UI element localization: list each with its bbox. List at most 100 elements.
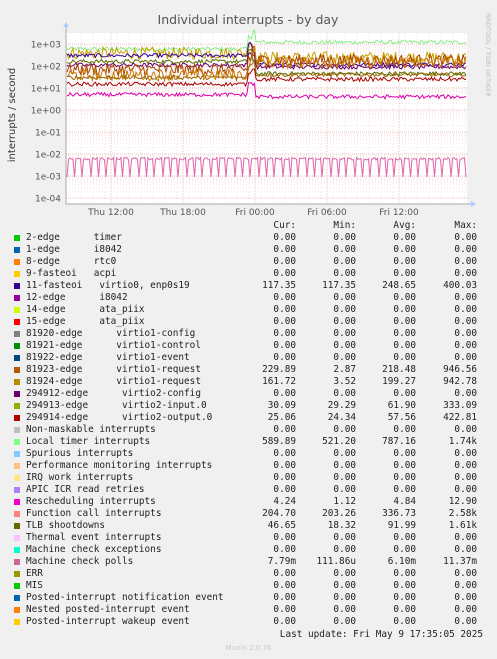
- col-avg: Avg:: [393, 220, 416, 231]
- legend-row: 12-edge i8042 0.00 0.00 0.00 0.00: [0, 292, 497, 304]
- legend-label: 81921-edge virtio1-control: [26, 340, 201, 351]
- legend-swatch: [14, 535, 20, 541]
- x-tick-label: Thu 18:00: [159, 208, 206, 218]
- legend-swatch: [14, 307, 20, 313]
- legend-max-value: 0.00: [454, 328, 477, 339]
- y-tick-label: 1e-04: [35, 195, 61, 205]
- legend-avg-value: 0.00: [393, 568, 416, 579]
- legend-row: 14-edge ata_piix 0.00 0.00 0.00 0.00: [0, 304, 497, 316]
- y-tick-label: 1e-01: [35, 129, 61, 139]
- legend-label: 294912-edge virtio2-config: [26, 388, 201, 399]
- legend-swatch: [14, 595, 20, 601]
- legend-row: MIS 0.00 0.00 0.00 0.00: [0, 580, 497, 592]
- last-update: Last update: Fri May 9 17:35:05 2025: [279, 629, 483, 640]
- legend-max-value: 946.56: [443, 364, 477, 375]
- legend-label: 294914-edge virtio2-output.0: [26, 412, 213, 423]
- legend-label: Thermal event interrupts: [26, 532, 162, 543]
- legend-swatch: [14, 235, 20, 241]
- legend-swatch: [14, 427, 20, 433]
- legend-swatch: [14, 523, 20, 529]
- legend-avg-value: 248.65: [382, 280, 416, 291]
- legend-row: Non-maskable interrupts 0.00 0.00 0.00 0.00: [0, 424, 497, 436]
- legend-max-value: 0.00: [454, 352, 477, 363]
- legend-avg-value: 787.16: [382, 436, 416, 447]
- legend-avg-value: 0.00: [393, 616, 416, 627]
- legend-label: 15-edge ata_piix: [26, 316, 145, 327]
- y-axis-arrow: [63, 22, 69, 27]
- legend-label: 8-edge rtc0: [26, 256, 117, 267]
- legend-avg-value: 0.00: [393, 472, 416, 483]
- legend-swatch: [14, 415, 20, 421]
- legend-swatch: [14, 451, 20, 457]
- legend-row: 2-edge timer 0.00 0.00 0.00 0.00: [0, 232, 497, 244]
- legend-label: Spurious interrupts: [26, 448, 134, 459]
- legend-label: Machine check exceptions: [26, 544, 162, 555]
- legend-row: 81920-edge virtio1-config 0.00 0.00 0.00 0.0…: [0, 328, 497, 340]
- legend-row: Performance monitoring interrupts 0.00 0.0…: [0, 460, 497, 472]
- legend-label: Machine check polls: [26, 556, 134, 567]
- legend-avg-value: 0.00: [393, 424, 416, 435]
- legend-avg-value: 4.84: [393, 496, 416, 507]
- legend-avg-value: 0.00: [393, 256, 416, 267]
- x-tick-label: Fri 00:00: [235, 208, 275, 218]
- y-tick-labels: 1e+03 1e+02 1e+01 1e+00 1e-01 1e-02 1e-03 1e-04: [31, 41, 62, 205]
- legend-max-value: 0.00: [454, 616, 477, 627]
- legend-label: Posted-interrupt notification event: [26, 592, 224, 603]
- legend-label: TLB shootdowns: [26, 520, 106, 531]
- legend-row: Posted-interrupt wakeup event 0.00 0.00 0.0…: [0, 616, 497, 628]
- legend-label: Local timer interrupts: [26, 436, 151, 447]
- legend-swatch: [14, 391, 20, 397]
- legend-avg-value: 218.48: [382, 364, 416, 375]
- legend-row: 81924-edge virtio1-request 161.72 3.52 199.…: [0, 376, 497, 388]
- legend-label: 2-edge timer: [26, 232, 122, 243]
- legend-label: 81920-edge virtio1-config: [26, 328, 196, 339]
- legend-swatch: [14, 583, 20, 589]
- legend-row: 294912-edge virtio2-config 0.00 0.00 0.00 0.…: [0, 388, 497, 400]
- legend-max-value: 1.74k: [448, 436, 477, 447]
- legend-avg-value: 0.00: [393, 352, 416, 363]
- legend-swatch: [14, 487, 20, 493]
- legend-row: 1-edge i8042 0.00 0.00 0.00 0.00: [0, 244, 497, 256]
- legend-swatch: [14, 319, 20, 325]
- legend-row: IRQ work interrupts 0.00 0.00 0.00 0.00: [0, 472, 497, 484]
- legend-avg-value: 0.00: [393, 448, 416, 459]
- legend-swatch: [14, 547, 20, 553]
- legend-swatch: [14, 559, 20, 565]
- legend-row: 8-edge rtc0 0.00 0.00 0.00 0.00: [0, 256, 497, 268]
- legend-max-value: 0.00: [454, 544, 477, 555]
- legend-max-value: 0.00: [454, 424, 477, 435]
- legend-swatch: [14, 259, 20, 265]
- legend-avg-value: 0.00: [393, 232, 416, 243]
- legend-swatch: [14, 355, 20, 361]
- legend-swatch: [14, 439, 20, 445]
- legend-label: 11-fasteoi virtio0, enp0s19: [26, 280, 190, 291]
- legend-row: Machine check polls 7.79m 111.86u 6.10m 11.3…: [0, 556, 497, 568]
- y-axis-label: interrupts / second: [7, 68, 18, 162]
- legend-avg-value: 336.73: [382, 508, 416, 519]
- legend-max-value: 0.00: [454, 316, 477, 327]
- legend-label: 9-fasteoi acpi: [26, 268, 117, 279]
- legend-row: TLB shootdowns 46.65 18.32 91.99 1.61k: [0, 520, 497, 532]
- legend-max-value: 0.00: [454, 460, 477, 471]
- y-tick-label: 1e-02: [35, 151, 61, 161]
- legend-max-value: 400.03: [443, 280, 477, 291]
- legend-avg-value: 91.99: [387, 520, 416, 531]
- chart: 1e+03 1e+02 1e+01 1e+00 1e-01 1e-02 1e-03 1e-04…: [7, 12, 492, 218]
- legend-avg-value: 57.56: [387, 412, 416, 423]
- legend-avg-value: 0.00: [393, 604, 416, 615]
- legend-label: APIC ICR read retries: [26, 484, 145, 495]
- legend-max-value: 942.78: [443, 376, 477, 387]
- legend-swatch: [14, 271, 20, 277]
- legend-max-value: 0.00: [454, 268, 477, 279]
- legend-avg-value: 0.00: [393, 292, 416, 303]
- legend-row: ERR 0.00 0.00 0.00 0.00: [0, 568, 497, 580]
- legend-max-value: 0.00: [454, 388, 477, 399]
- legend-row: 81922-edge virtio1-event 0.00 0.00 0.00 0.00: [0, 352, 497, 364]
- legend-max-value: 0.00: [454, 340, 477, 351]
- y-tick-label: 1e+01: [31, 85, 61, 95]
- legend-row: Rescheduling interrupts 4.24 1.12 4.84 12.90: [0, 496, 497, 508]
- legend-avg-value: 0.00: [393, 304, 416, 315]
- legend-row: 294914-edge virtio2-output.0 25.06 24.34 57…: [0, 412, 497, 424]
- legend-max-value: 0.00: [454, 244, 477, 255]
- legend-label: Non-maskable interrupts: [26, 424, 156, 435]
